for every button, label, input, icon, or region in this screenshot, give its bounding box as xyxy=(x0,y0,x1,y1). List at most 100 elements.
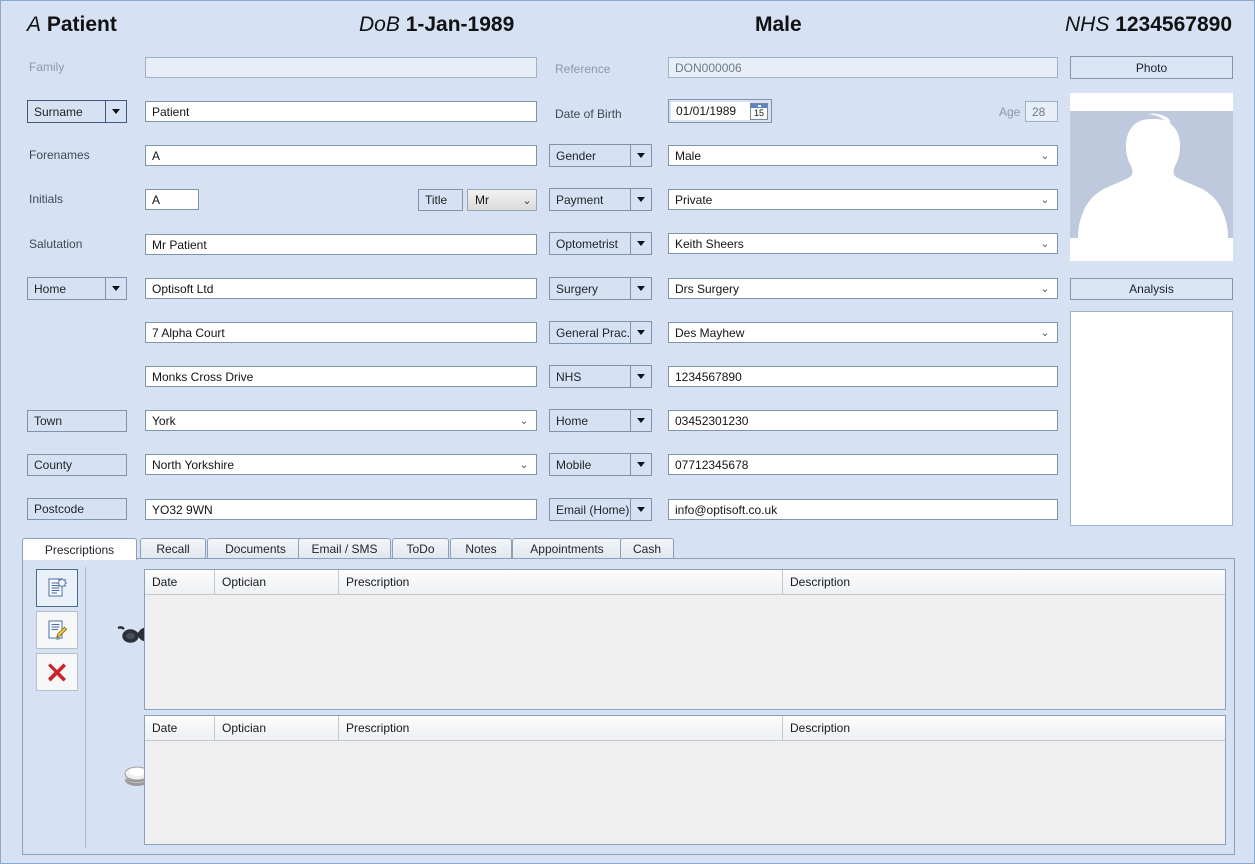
forenames-input[interactable]: A xyxy=(145,145,537,166)
general-practitioner-label-dropdown[interactable]: General Prac.. xyxy=(549,321,652,344)
chevron-down-icon[interactable]: ⌄ xyxy=(1037,193,1057,206)
column-header-description[interactable]: Description xyxy=(783,570,1225,594)
home-phone-label: Home xyxy=(556,413,589,428)
surgery-label-dropdown[interactable]: Surgery xyxy=(549,277,652,300)
edit-prescription-button[interactable] xyxy=(36,611,78,649)
email-label: Email (Home) xyxy=(556,502,630,517)
tab-recall[interactable]: Recall xyxy=(140,538,206,559)
new-prescription-button[interactable] xyxy=(36,569,78,607)
patient-record-window: A Patient DoB 1-Jan-1989 Male NHS 123456… xyxy=(0,0,1255,864)
chevron-down-icon[interactable]: ⌄ xyxy=(1037,237,1057,250)
surgery-select[interactable]: Drs Surgery ⌄ xyxy=(668,278,1058,299)
tab-email-sms[interactable]: Email / SMS xyxy=(298,538,391,559)
prescriptions-panel: Date Optician Prescription Description D… xyxy=(22,558,1235,855)
chevron-down-icon[interactable] xyxy=(630,454,651,475)
email-label-dropdown[interactable]: Email (Home) xyxy=(549,498,652,521)
grid-body[interactable] xyxy=(145,595,1225,709)
chevron-down-icon[interactable] xyxy=(630,278,651,299)
surname-input[interactable]: Patient xyxy=(145,101,537,122)
county-label: County xyxy=(27,454,127,476)
chevron-down-icon[interactable]: ⌄ xyxy=(518,194,536,207)
family-input[interactable] xyxy=(145,57,537,78)
chevron-down-icon[interactable]: ⌄ xyxy=(1037,149,1057,162)
spectacles-prescriptions-grid[interactable]: Date Optician Prescription Description xyxy=(144,569,1226,710)
optometrist-select[interactable]: Keith Sheers ⌄ xyxy=(668,233,1058,254)
home-phone-input[interactable]: 03452301230 xyxy=(668,410,1058,431)
tab-documents[interactable]: Documents xyxy=(207,538,304,559)
chevron-down-icon[interactable] xyxy=(105,101,126,122)
address-line2-input[interactable]: 7 Alpha Court xyxy=(145,322,537,343)
grid-header-row: Date Optician Prescription Description xyxy=(145,716,1225,741)
chevron-down-icon[interactable] xyxy=(630,233,651,254)
gender-select[interactable]: Male ⌄ xyxy=(668,145,1058,166)
chevron-down-icon[interactable] xyxy=(630,366,651,387)
delete-x-icon xyxy=(48,663,66,682)
mobile-label-dropdown[interactable]: Mobile xyxy=(549,453,652,476)
optometrist-label-dropdown[interactable]: Optometrist xyxy=(549,232,652,255)
analysis-panel xyxy=(1070,311,1233,526)
contact-lens-prescriptions-grid[interactable]: Date Optician Prescription Description xyxy=(144,715,1226,845)
postcode-input[interactable]: YO32 9WN xyxy=(145,499,537,520)
tab-notes[interactable]: Notes xyxy=(450,538,512,559)
column-header-date[interactable]: Date xyxy=(145,570,215,594)
address-type-dropdown[interactable]: Home xyxy=(27,277,127,300)
tab-todo[interactable]: ToDo xyxy=(392,538,449,559)
patient-photo[interactable] xyxy=(1070,93,1233,261)
town-value: York xyxy=(152,413,176,428)
mobile-input[interactable]: 07712345678 xyxy=(668,454,1058,475)
nhs-label-dropdown[interactable]: NHS xyxy=(549,365,652,388)
reference-input: DON000006 xyxy=(668,57,1058,78)
gender-label-dropdown[interactable]: Gender xyxy=(549,144,652,167)
tab-appointments[interactable]: Appointments xyxy=(512,538,622,559)
address-line3-input[interactable]: Monks Cross Drive xyxy=(145,366,537,387)
payment-select[interactable]: Private ⌄ xyxy=(668,189,1058,210)
email-input[interactable]: info@optisoft.co.uk xyxy=(668,499,1058,520)
postcode-label: Postcode xyxy=(27,498,127,520)
gender-value: Male xyxy=(675,148,702,163)
analysis-button[interactable]: Analysis xyxy=(1070,278,1233,300)
chevron-down-icon[interactable] xyxy=(630,189,651,210)
chevron-down-icon[interactable] xyxy=(630,499,651,520)
chevron-down-icon[interactable] xyxy=(630,410,651,431)
column-header-description[interactable]: Description xyxy=(783,716,1225,740)
home-phone-label-dropdown[interactable]: Home xyxy=(549,409,652,432)
column-header-prescription[interactable]: Prescription xyxy=(339,716,783,740)
chevron-down-icon[interactable] xyxy=(105,278,126,299)
name-type-value: Surname xyxy=(34,104,83,119)
photo-button[interactable]: Photo xyxy=(1070,56,1233,79)
column-header-date[interactable]: Date xyxy=(145,716,215,740)
title-select[interactable]: Mr ⌄ xyxy=(467,189,537,211)
town-select[interactable]: York ⌄ xyxy=(145,410,537,431)
nhs-number-input[interactable]: 1234567890 xyxy=(668,366,1058,387)
grid-body[interactable] xyxy=(145,741,1225,844)
family-label: Family xyxy=(29,60,65,74)
payment-label-dropdown[interactable]: Payment xyxy=(549,188,652,211)
column-header-optician[interactable]: Optician xyxy=(215,716,339,740)
chevron-down-icon[interactable]: ⌄ xyxy=(516,458,536,471)
patient-nhs-header: NHS 1234567890 xyxy=(1065,9,1232,41)
chevron-down-icon[interactable]: ⌄ xyxy=(1037,282,1057,295)
general-practitioner-select[interactable]: Des Mayhew ⌄ xyxy=(668,322,1058,343)
tab-cash[interactable]: Cash xyxy=(620,538,674,559)
dob-header-value: 1-Jan-1989 xyxy=(405,13,515,36)
tab-prescriptions[interactable]: Prescriptions xyxy=(22,538,137,560)
avatar-placeholder xyxy=(1070,111,1233,238)
address-line1-input[interactable]: Optisoft Ltd xyxy=(145,278,537,299)
general-practitioner-value: Des Mayhew xyxy=(675,325,745,340)
tab-strip: Prescriptions Recall Documents Email / S… xyxy=(22,538,1235,560)
column-header-optician[interactable]: Optician xyxy=(215,570,339,594)
date-of-birth-value[interactable]: 01/01/1989 xyxy=(671,102,750,120)
date-of-birth-picker[interactable]: 01/01/1989 15 xyxy=(668,99,772,123)
chevron-down-icon[interactable]: ⌄ xyxy=(516,414,536,427)
delete-prescription-button[interactable] xyxy=(36,653,78,691)
county-select[interactable]: North Yorkshire ⌄ xyxy=(145,454,537,475)
salutation-input[interactable]: Mr Patient xyxy=(145,234,537,255)
name-type-dropdown[interactable]: Surname xyxy=(27,100,127,123)
column-header-prescription[interactable]: Prescription xyxy=(339,570,783,594)
chevron-down-icon[interactable] xyxy=(630,322,651,343)
calendar-icon[interactable]: 15 xyxy=(750,102,768,120)
initials-input[interactable]: A xyxy=(145,189,199,210)
dob-header-label: DoB xyxy=(359,13,400,36)
chevron-down-icon[interactable] xyxy=(630,145,651,166)
chevron-down-icon[interactable]: ⌄ xyxy=(1037,326,1057,339)
